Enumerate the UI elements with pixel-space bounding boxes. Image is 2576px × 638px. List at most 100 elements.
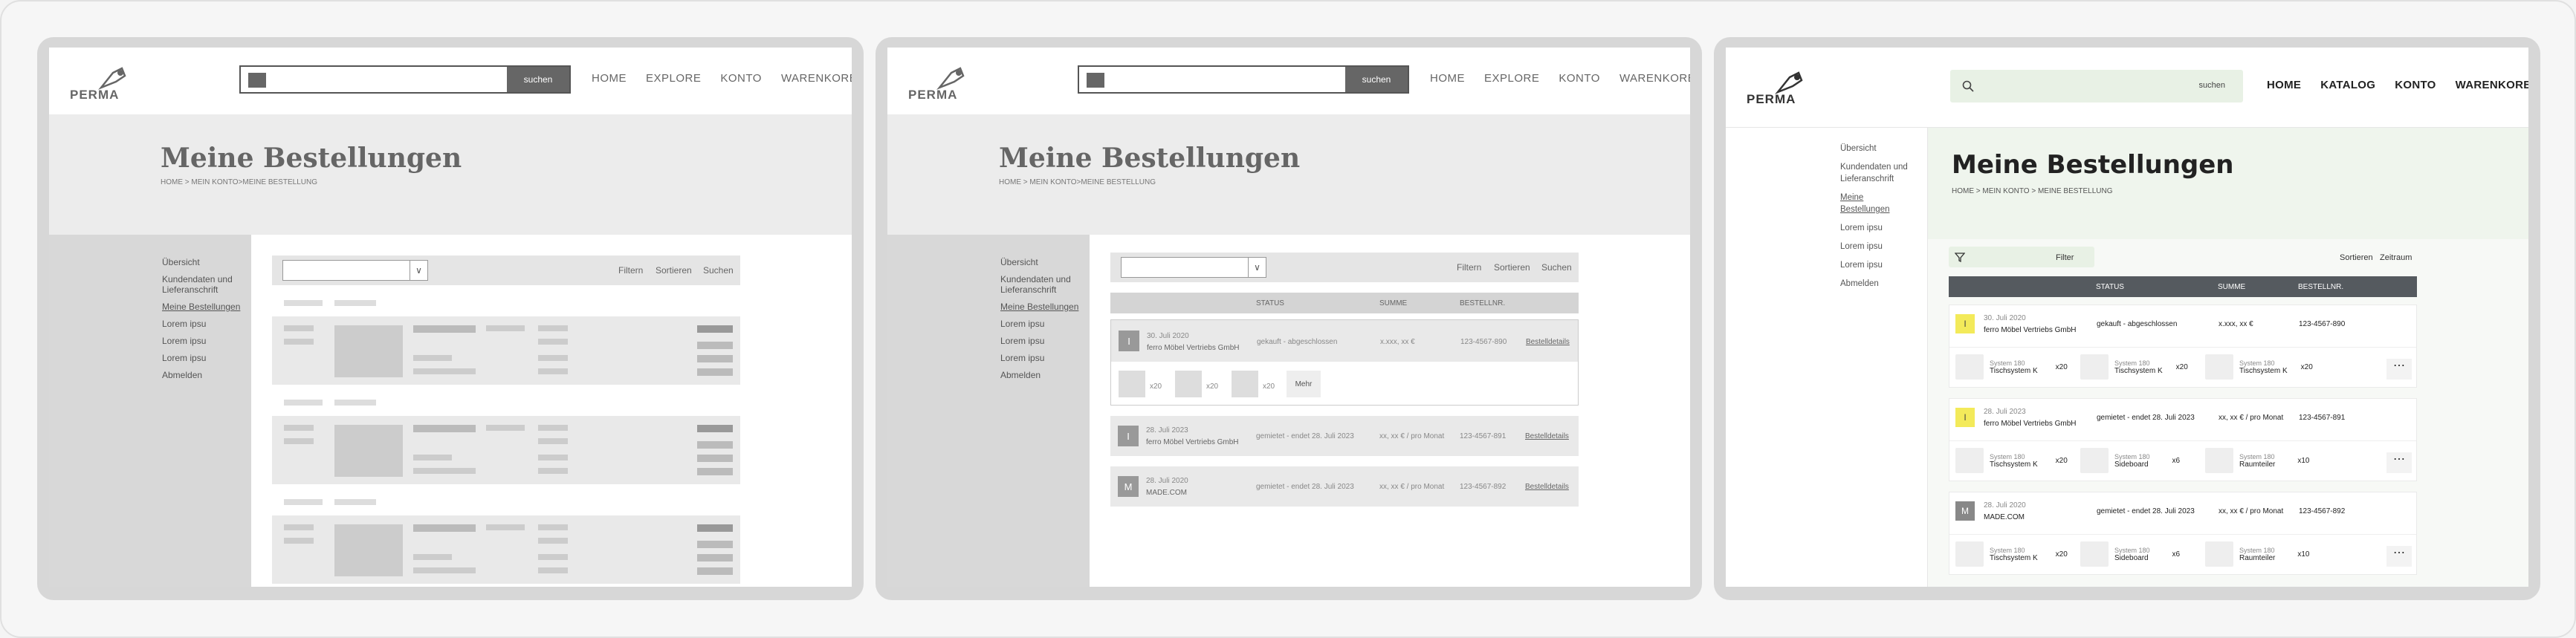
sort-link[interactable]: Sortieren	[656, 265, 692, 276]
order-sum: xx, xx € / pro Monat	[2219, 507, 2284, 515]
sidebar-item-customer-data[interactable]: Kundendaten und Lieferanschrift	[162, 274, 244, 295]
main-content: ∨ Filtern Sortieren Suchen STATUS SUMME …	[1090, 235, 1690, 587]
search-button[interactable]: suchen	[2199, 81, 2225, 90]
sidebar-item-logout[interactable]: Abmelden	[1000, 370, 1082, 380]
main-nav: HOME EXPLORE KONTO WARENKORB	[592, 72, 852, 85]
more-button[interactable]: Mehr	[1287, 371, 1321, 397]
sidebar-item-lorem-1[interactable]: Lorem ipsu	[1840, 222, 1922, 234]
search-link[interactable]: Suchen	[1541, 262, 1572, 273]
product-item[interactable]: System 180 Tischsystem Kx20	[1955, 354, 2068, 380]
nav-home[interactable]: HOME	[592, 72, 627, 85]
product-item[interactable]: System 180 Raumteiler x10	[2205, 541, 2309, 567]
sidebar-item-lorem-1[interactable]: Lorem ipsu	[162, 319, 244, 329]
nav-home[interactable]: HOME	[2267, 79, 2301, 91]
vendor-badge: I	[1118, 426, 1139, 446]
product-image	[1955, 448, 1984, 473]
order-vendor: MADE.COM	[1984, 513, 2025, 521]
filter-button[interactable]: Filter	[1949, 247, 2094, 267]
sidebar-item-lorem-2[interactable]: Lorem ipsu	[162, 336, 244, 346]
sidebar-item-lorem-2[interactable]: Lorem ipsu	[1000, 336, 1082, 346]
order-card[interactable]: M 28. Juli 2020 MADE.COM gemietet - ende…	[1110, 466, 1579, 507]
order-sum: x.xxx, xx €	[2219, 320, 2253, 328]
nav-warenkorb[interactable]: WARENKORB	[1619, 72, 1690, 85]
sidebar-item-lorem-2[interactable]: Lorem ipsu	[1840, 241, 1922, 253]
order-details-link[interactable]: Bestelldetails	[1525, 483, 1569, 491]
product-item[interactable]: System 180 Sideboard x6	[2080, 541, 2180, 567]
main-content: Meine Bestellungen HOME > MEIN KONTO > M…	[1928, 128, 2528, 587]
nav-warenkorb[interactable]: WARENKORB	[2456, 79, 2528, 91]
logo[interactable]: PERMA	[908, 65, 968, 102]
sidebar-item-lorem-3[interactable]: Lorem ipsu	[1840, 259, 1922, 271]
order-details-link[interactable]: Bestelldetails	[1525, 432, 1569, 440]
order-card[interactable]: I 30. Juli 2020 ferro Möbel Vertriebs Gm…	[1949, 305, 2417, 388]
order-card[interactable]: I 30. Juli 2020 ferro Möbel Vertriebs Gm…	[1110, 319, 1579, 406]
logo-text: PERMA	[70, 88, 120, 102]
sidebar-item-overview[interactable]: Übersicht	[162, 257, 244, 267]
order-card[interactable]: M 28. Juli 2020 MADE.COM gemietet - ende…	[1949, 492, 2417, 575]
browser-window: PERMA suchen HOME EXPLORE KONTO WARENKOR…	[887, 48, 1690, 587]
more-dots-icon[interactable]: ⋯	[2386, 452, 2412, 473]
order-select[interactable]: ∨	[282, 260, 428, 281]
sidebar-item-overview[interactable]: Übersicht	[1840, 143, 1922, 154]
sidebar-item-lorem-3[interactable]: Lorem ipsu	[1000, 353, 1082, 363]
product-item[interactable]: System 180 Tischsystem Kx20	[1955, 541, 2068, 567]
sidebar-item-orders[interactable]: Meine Bestellungen	[1000, 302, 1082, 312]
more-dots-icon[interactable]: ⋯	[2386, 546, 2412, 567]
sidebar-item-customer-data[interactable]: Kundendaten und Lieferanschrift	[1840, 161, 1922, 185]
search-bar[interactable]: suchen	[239, 65, 571, 94]
filter-label: Filter	[2056, 253, 2074, 262]
order-number: 123-4567-891	[1460, 432, 1507, 440]
nav-explore[interactable]: EXPLORE	[1484, 72, 1539, 85]
more-dots-icon[interactable]: ⋯	[2386, 359, 2412, 380]
nav-catalog[interactable]: KATALOG	[2320, 79, 2375, 91]
header: PERMA suchen HOME EXPLORE KONTO WARENKOR…	[49, 48, 852, 114]
logo[interactable]: PERMA	[1747, 70, 1806, 107]
range-link[interactable]: Zeitraum	[2380, 253, 2412, 262]
order-details-link[interactable]: Bestelldetails	[1526, 338, 1570, 346]
nav-explore[interactable]: EXPLORE	[646, 72, 701, 85]
nav-konto[interactable]: KONTO	[1559, 72, 1600, 85]
product-item[interactable]: System 180 Raumteiler x10	[2205, 448, 2309, 473]
nav-konto[interactable]: KONTO	[720, 72, 762, 85]
product-item[interactable]: System 180 Tischsystem Kx20	[1955, 448, 2068, 473]
filter-link[interactable]: Filtern	[618, 265, 643, 276]
sidebar-item-logout[interactable]: Abmelden	[162, 370, 244, 380]
order-card[interactable]: I 28. Juli 2023 ferro Möbel Vertriebs Gm…	[1949, 398, 2417, 481]
order-card[interactable]: I 28. Juli 2023 ferro Möbel Vertriebs Gm…	[1110, 416, 1579, 456]
filter-link[interactable]: Filtern	[1457, 262, 1481, 273]
order-select[interactable]: ∨	[1121, 257, 1266, 278]
order-status: gemietet - endet 28. Juli 2023	[2097, 414, 2195, 422]
breadcrumb: HOME > MEIN KONTO>MEINE BESTELLUNG	[999, 178, 1156, 186]
sidebar-item-customer-data[interactable]: Kundendaten und Lieferanschrift	[1000, 274, 1082, 295]
order-status: gekauft - abgeschlossen	[1257, 338, 1338, 346]
chevron-down-icon: ∨	[1248, 258, 1266, 277]
search-button[interactable]: suchen	[507, 67, 569, 92]
order-status: gemietet - endet 28. Juli 2023	[2097, 507, 2195, 515]
search-icon	[1962, 80, 1974, 92]
product-item[interactable]: System 180 Sideboard x6	[2080, 448, 2180, 473]
nav-warenkorb[interactable]: WARENKORB	[781, 72, 852, 85]
product-item[interactable]: System 180 Tischsystem Kx20	[2080, 354, 2188, 380]
order-vendor: ferro Möbel Vertriebs GmbH	[1984, 420, 2077, 428]
wireframe-lowfi: PERMA suchen HOME EXPLORE KONTO WARENKOR…	[37, 37, 864, 600]
browser-window: PERMA suchen HOME KATALOG KONTO WARENKOR…	[1726, 48, 2528, 587]
sidebar-item-lorem-3[interactable]: Lorem ipsu	[162, 353, 244, 363]
sort-link[interactable]: Sortieren	[2340, 253, 2373, 262]
search-link[interactable]: Suchen	[703, 265, 734, 276]
search-bar[interactable]: suchen	[1950, 70, 2243, 102]
order-date: 28. Juli 2020	[1984, 501, 2026, 510]
sidebar-item-orders[interactable]: Meine Bestellungen	[1840, 192, 1900, 215]
sidebar-item-lorem-1[interactable]: Lorem ipsu	[1000, 319, 1082, 329]
product-item[interactable]: System 180 Tischsystem Kx20	[2205, 354, 2313, 380]
product-image	[2205, 354, 2233, 380]
search-button[interactable]: suchen	[1345, 67, 1408, 92]
search-bar[interactable]: suchen	[1078, 65, 1409, 94]
sidebar-item-logout[interactable]: Abmelden	[1840, 278, 1922, 290]
nav-home[interactable]: HOME	[1430, 72, 1465, 85]
sidebar-item-overview[interactable]: Übersicht	[1000, 257, 1082, 267]
sidebar-item-orders[interactable]: Meine Bestellungen	[162, 302, 244, 312]
sort-link[interactable]: Sortieren	[1494, 262, 1530, 273]
nav-konto[interactable]: KONTO	[2395, 79, 2436, 91]
logo[interactable]: PERMA	[70, 65, 129, 102]
order-sum: x.xxx, xx €	[1380, 338, 1415, 346]
